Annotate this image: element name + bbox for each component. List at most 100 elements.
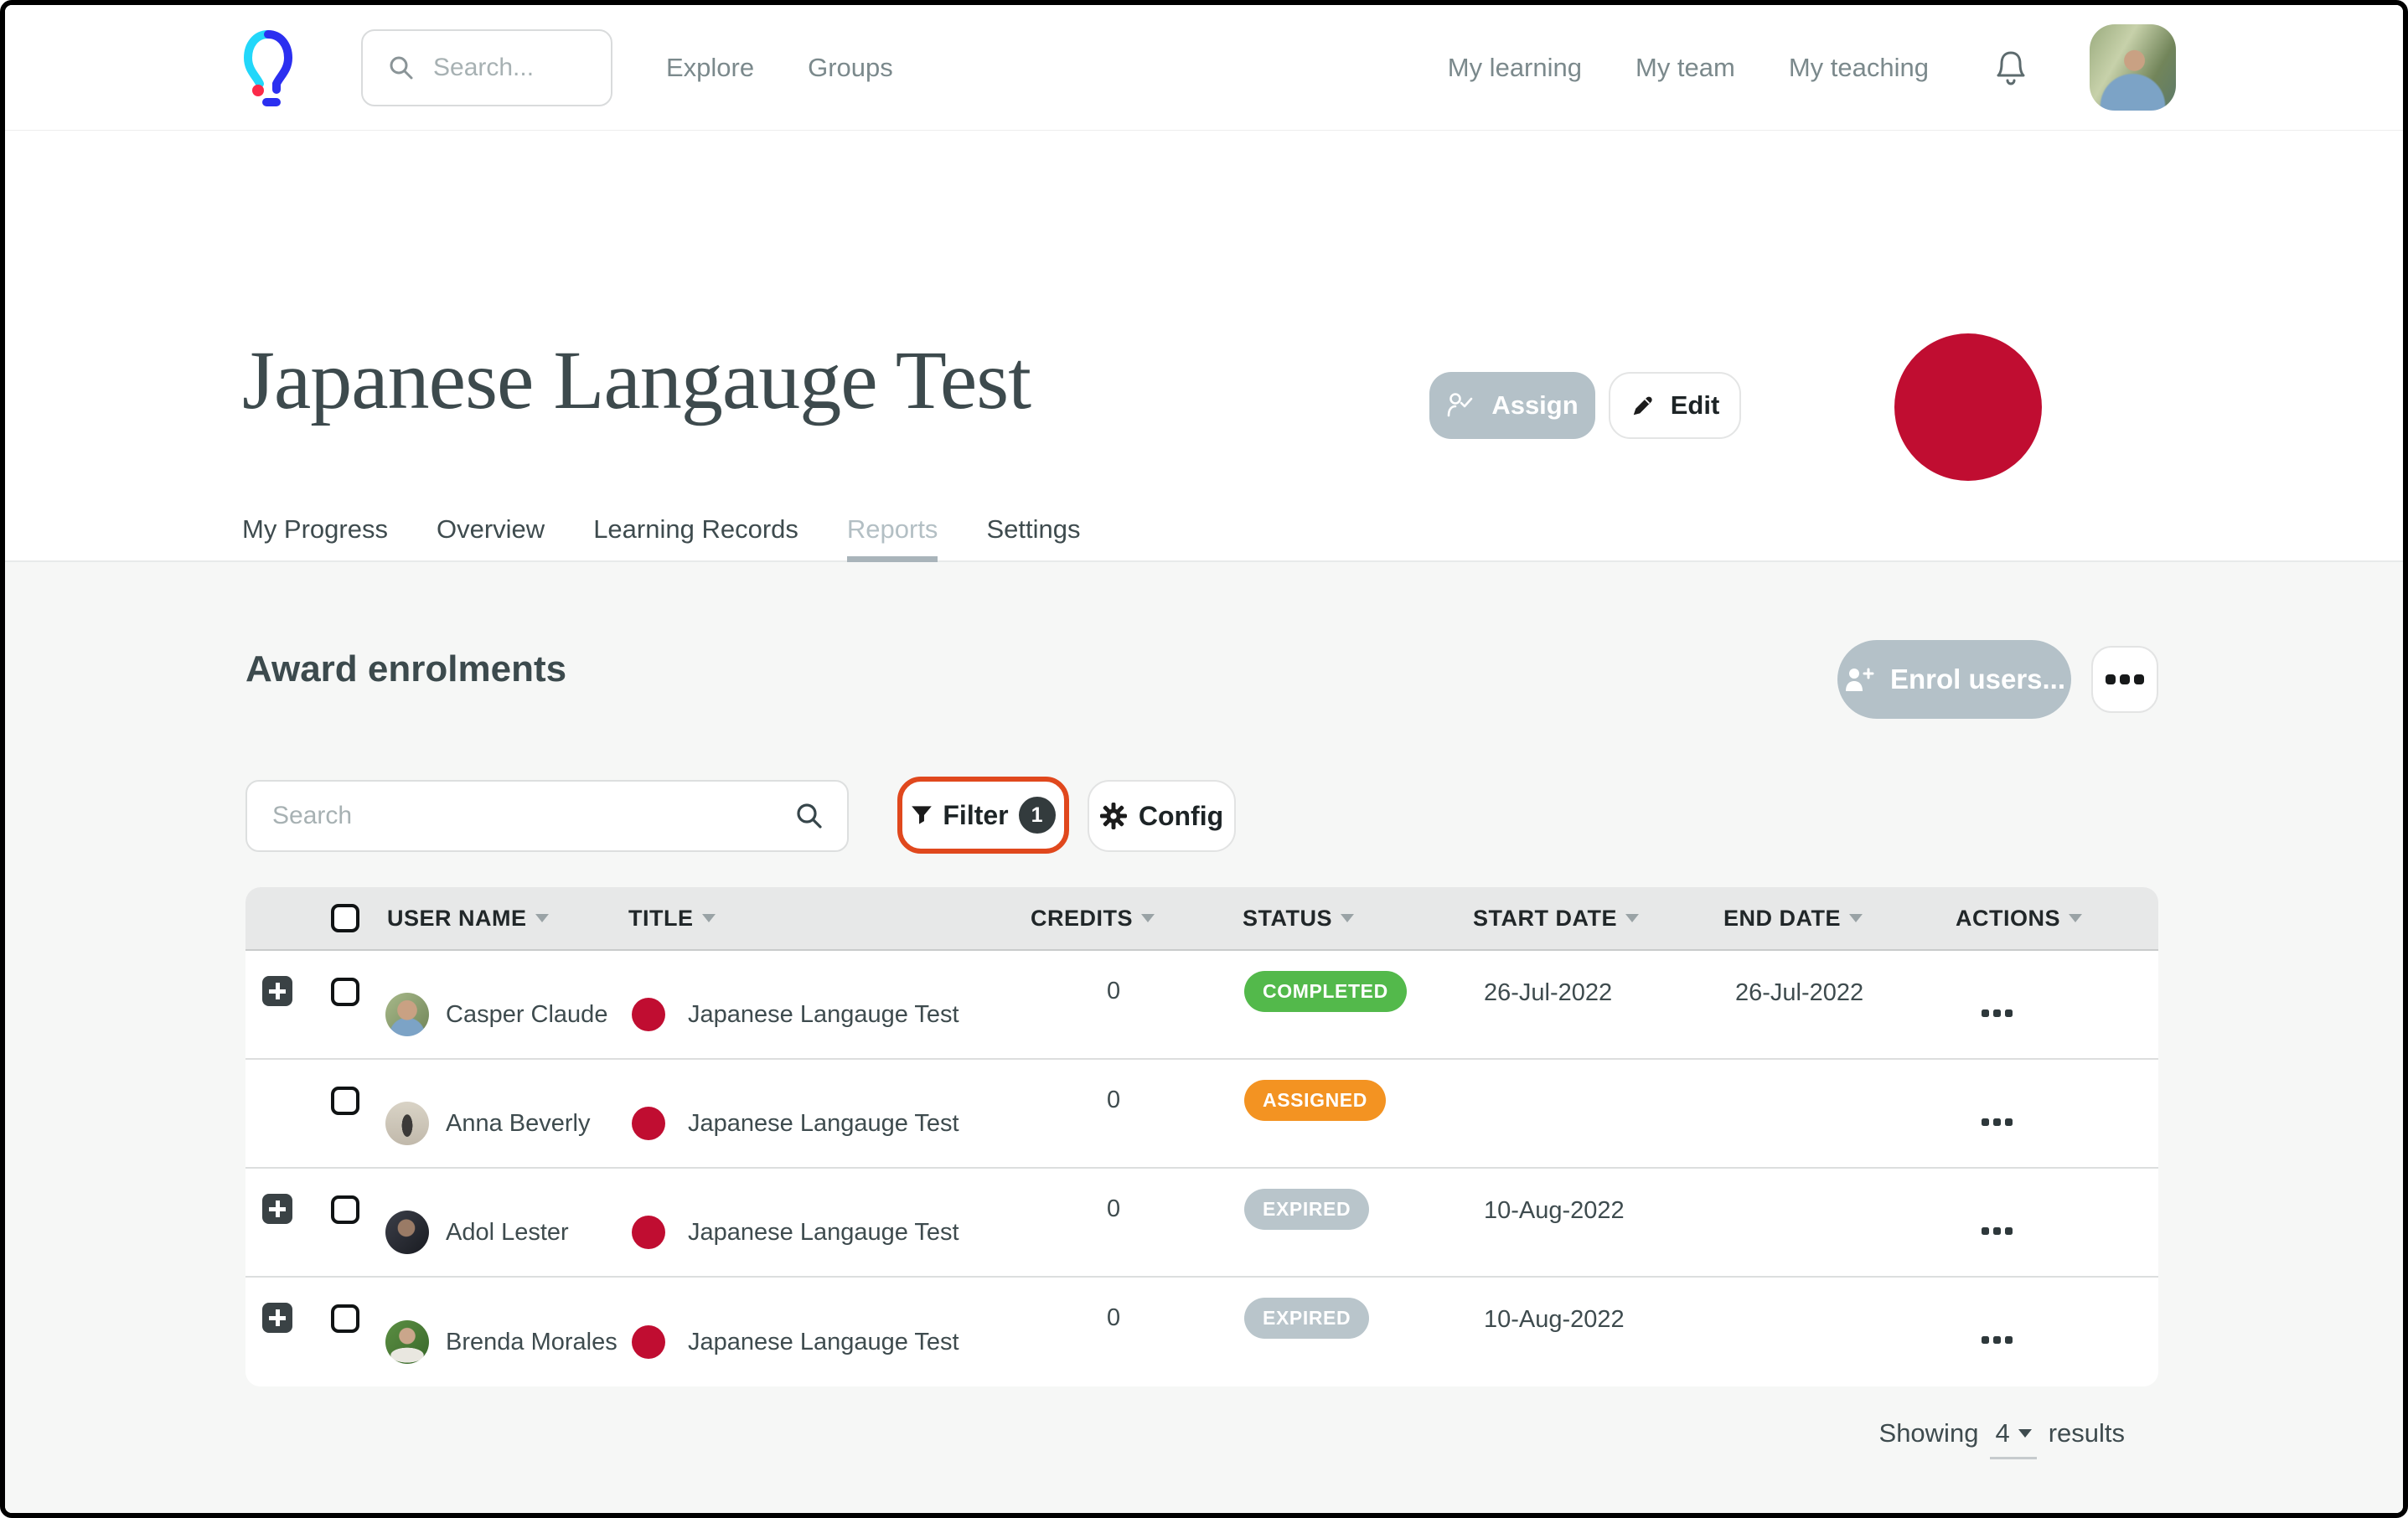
filter-count-badge: 1: [1019, 797, 1056, 834]
expand-row-button[interactable]: [262, 1194, 292, 1224]
table-row: Anna Beverly Japanese Langauge Test 0 AS…: [245, 1060, 2158, 1169]
sort-caret-icon: [1625, 914, 1639, 922]
section-heading: Award enrolments: [245, 648, 566, 690]
app-window: Explore Groups My learning My team My te…: [0, 0, 2408, 1518]
award-thumbnail: [632, 1216, 665, 1249]
nav-explore[interactable]: Explore: [666, 53, 754, 83]
row-actions-button[interactable]: [1982, 1336, 2013, 1344]
select-all-checkbox[interactable]: [331, 904, 359, 932]
enrol-users-label: Enrol users...: [1890, 663, 2065, 695]
status-badge: EXPIRED: [1244, 1189, 1369, 1230]
expand-row-button[interactable]: [262, 976, 292, 1006]
status-badge: COMPLETED: [1244, 971, 1407, 1012]
end-date: 26-Jul-2022: [1735, 979, 1863, 1007]
global-search-input[interactable]: [433, 54, 567, 82]
nav-my-team[interactable]: My team: [1635, 53, 1735, 83]
start-date: 26-Jul-2022: [1484, 979, 1612, 1007]
section-more-button[interactable]: [2091, 646, 2158, 713]
column-header-title[interactable]: TITLE: [616, 906, 984, 932]
table-header-row: USER NAME TITLE CREDITS STATUS START DAT…: [245, 887, 2158, 951]
config-label: Config: [1139, 801, 1223, 832]
sort-caret-icon: [1141, 914, 1155, 922]
results-count-dropdown[interactable]: 4: [1990, 1418, 2036, 1459]
lightbulb-logo-icon[interactable]: [242, 28, 294, 108]
column-header-user-name[interactable]: USER NAME: [364, 906, 616, 932]
caret-down-icon: [2018, 1429, 2032, 1438]
user-name[interactable]: Brenda Morales: [446, 1329, 618, 1356]
tab-overview[interactable]: Overview: [437, 503, 545, 560]
hero: Japanese Langauge Test Assign Edit: [5, 131, 2403, 503]
filter-button[interactable]: Filter 1: [897, 777, 1069, 854]
config-button[interactable]: Config: [1088, 780, 1236, 852]
credits-value: 0: [1107, 978, 1120, 1005]
table-row: Brenda Morales Japanese Langauge Test 0 …: [245, 1278, 2158, 1386]
results-label: results: [2049, 1418, 2125, 1448]
expand-row-button[interactable]: [262, 1303, 292, 1333]
credits-value: 0: [1107, 1195, 1120, 1223]
sort-caret-icon: [535, 914, 549, 922]
row-checkbox[interactable]: [331, 1087, 359, 1115]
row-checkbox[interactable]: [331, 1304, 359, 1333]
funnel-icon: [911, 805, 933, 825]
pencil-icon: [1630, 393, 1656, 418]
tab-my-progress[interactable]: My Progress: [242, 503, 388, 560]
table-search-input[interactable]: [272, 802, 795, 830]
global-search[interactable]: [361, 29, 612, 106]
tab-reports[interactable]: Reports: [847, 503, 938, 560]
award-title[interactable]: Japanese Langauge Test: [688, 1110, 959, 1138]
user-name[interactable]: Anna Beverly: [446, 1110, 591, 1138]
ellipsis-icon: [2106, 674, 2144, 684]
award-thumbnail: [632, 998, 665, 1031]
sort-caret-icon: [2069, 914, 2082, 922]
column-header-credits[interactable]: CREDITS: [984, 906, 1194, 932]
edit-button[interactable]: Edit: [1609, 372, 1741, 439]
user-name[interactable]: Casper Claude: [446, 1001, 607, 1029]
topbar-right: My learning My team My teaching: [1448, 24, 2403, 111]
column-header-end-date[interactable]: END DATE: [1672, 906, 1898, 932]
table-search[interactable]: [245, 780, 849, 852]
sort-caret-icon: [702, 914, 716, 922]
tab-bar: My Progress Overview Learning Records Re…: [5, 503, 2403, 562]
award-title[interactable]: Japanese Langauge Test: [688, 1219, 959, 1247]
row-actions-button[interactable]: [1982, 1118, 2013, 1126]
award-thumbnail: [632, 1325, 665, 1359]
nav-groups[interactable]: Groups: [808, 53, 893, 83]
search-icon: [795, 802, 824, 830]
topbar: Explore Groups My learning My team My te…: [5, 5, 2403, 131]
filter-label: Filter: [943, 800, 1008, 831]
award-image-flag-circle: [1894, 333, 2042, 481]
user-avatar: [385, 1320, 429, 1364]
gear-icon: [1100, 803, 1127, 829]
row-actions-button[interactable]: [1982, 1227, 2013, 1235]
person-check-icon: [1446, 392, 1476, 419]
assign-label: Assign: [1491, 390, 1578, 421]
enrol-users-button[interactable]: Enrol users...: [1837, 640, 2071, 719]
results-summary: Showing 4 results: [1879, 1418, 2125, 1459]
row-checkbox[interactable]: [331, 1195, 359, 1224]
sort-caret-icon: [1849, 914, 1863, 922]
edit-label: Edit: [1671, 390, 1720, 421]
award-title[interactable]: Japanese Langauge Test: [688, 1329, 959, 1356]
status-badge: ASSIGNED: [1244, 1080, 1386, 1121]
user-avatar: [385, 993, 429, 1036]
bell-icon[interactable]: [1992, 48, 2029, 88]
column-header-start-date[interactable]: START DATE: [1420, 906, 1672, 932]
user-avatar[interactable]: [2090, 24, 2176, 111]
nav-my-teaching[interactable]: My teaching: [1789, 53, 1929, 83]
user-name[interactable]: Adol Lester: [446, 1219, 569, 1247]
sort-caret-icon: [1341, 914, 1354, 922]
assign-button[interactable]: Assign: [1429, 372, 1595, 439]
credits-value: 0: [1107, 1087, 1120, 1114]
nav-my-learning[interactable]: My learning: [1448, 53, 1582, 83]
row-checkbox[interactable]: [331, 978, 359, 1006]
row-actions-button[interactable]: [1982, 1009, 2013, 1017]
tab-learning-records[interactable]: Learning Records: [593, 503, 798, 560]
column-header-status[interactable]: STATUS: [1194, 906, 1420, 932]
column-header-actions[interactable]: ACTIONS: [1898, 906, 2158, 932]
tab-settings[interactable]: Settings: [986, 503, 1080, 560]
enrolments-table: USER NAME TITLE CREDITS STATUS START DAT…: [245, 887, 2158, 1386]
award-title[interactable]: Japanese Langauge Test: [688, 1001, 959, 1029]
search-icon: [388, 54, 415, 81]
showing-label: Showing: [1879, 1418, 1979, 1448]
user-avatar: [385, 1211, 429, 1254]
